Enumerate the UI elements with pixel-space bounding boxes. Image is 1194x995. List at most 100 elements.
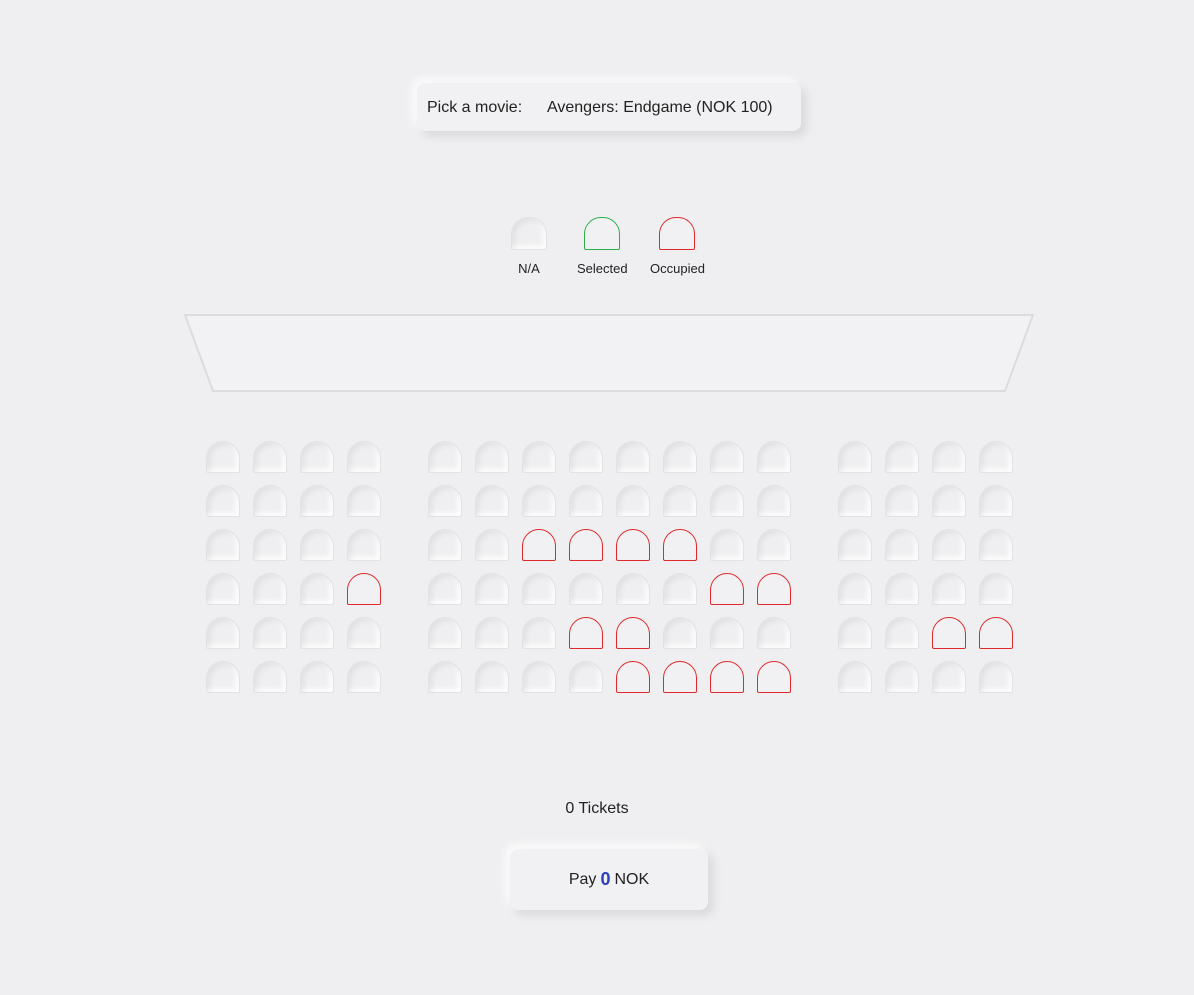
seat[interactable] bbox=[253, 441, 287, 473]
seat[interactable] bbox=[475, 573, 509, 605]
seat[interactable] bbox=[206, 661, 240, 693]
legend-occupied-label: Occupied bbox=[650, 261, 705, 276]
seat[interactable] bbox=[428, 573, 462, 605]
seat[interactable] bbox=[885, 617, 919, 649]
seat[interactable] bbox=[663, 617, 697, 649]
seat[interactable] bbox=[757, 529, 791, 561]
seat[interactable] bbox=[522, 617, 556, 649]
seat[interactable] bbox=[885, 529, 919, 561]
legend-na-seat-icon bbox=[511, 217, 547, 250]
seat-occupied bbox=[710, 573, 744, 605]
seat[interactable] bbox=[569, 573, 603, 605]
seat-occupied bbox=[757, 661, 791, 693]
seat[interactable] bbox=[838, 529, 872, 561]
pay-prefix: Pay bbox=[568, 870, 597, 888]
seat-occupied bbox=[347, 573, 381, 605]
seat-occupied bbox=[710, 661, 744, 693]
ticket-count: 0 bbox=[565, 800, 575, 817]
seat[interactable] bbox=[475, 441, 509, 473]
legend-occupied-seat-icon bbox=[659, 217, 696, 250]
seat[interactable] bbox=[300, 661, 334, 693]
seat[interactable] bbox=[347, 661, 381, 693]
seat[interactable] bbox=[522, 661, 556, 693]
seat[interactable] bbox=[885, 661, 919, 693]
seat[interactable] bbox=[757, 485, 791, 517]
seat[interactable] bbox=[300, 441, 334, 473]
seat[interactable] bbox=[253, 529, 287, 561]
seat[interactable] bbox=[206, 573, 240, 605]
seat[interactable] bbox=[428, 617, 462, 649]
seat[interactable] bbox=[569, 661, 603, 693]
seat[interactable] bbox=[300, 573, 334, 605]
seat[interactable] bbox=[838, 661, 872, 693]
movie-select[interactable]: Avengers: Endgame (NOK 100) bbox=[543, 91, 793, 123]
seat-occupied bbox=[522, 529, 556, 561]
seat[interactable] bbox=[475, 617, 509, 649]
seat[interactable] bbox=[932, 573, 966, 605]
seat[interactable] bbox=[569, 485, 603, 517]
seat[interactable] bbox=[522, 441, 556, 473]
seat[interactable] bbox=[616, 573, 650, 605]
seat[interactable] bbox=[475, 661, 509, 693]
seat[interactable] bbox=[300, 617, 334, 649]
seat[interactable] bbox=[979, 573, 1013, 605]
seat[interactable] bbox=[979, 661, 1013, 693]
seat[interactable] bbox=[932, 661, 966, 693]
seat[interactable] bbox=[428, 485, 462, 517]
seat[interactable] bbox=[885, 485, 919, 517]
seat[interactable] bbox=[428, 661, 462, 693]
seat[interactable] bbox=[206, 441, 240, 473]
seat[interactable] bbox=[206, 529, 240, 561]
seat[interactable] bbox=[522, 485, 556, 517]
seat[interactable] bbox=[838, 573, 872, 605]
seat[interactable] bbox=[663, 573, 697, 605]
seat[interactable] bbox=[838, 441, 872, 473]
seat-occupied bbox=[616, 661, 650, 693]
seat[interactable] bbox=[663, 485, 697, 517]
seat[interactable] bbox=[206, 617, 240, 649]
seat[interactable] bbox=[757, 441, 791, 473]
seat[interactable] bbox=[347, 441, 381, 473]
seat[interactable] bbox=[347, 529, 381, 561]
seat[interactable] bbox=[838, 485, 872, 517]
seat[interactable] bbox=[347, 617, 381, 649]
seat[interactable] bbox=[838, 617, 872, 649]
seat[interactable] bbox=[932, 485, 966, 517]
seat[interactable] bbox=[663, 441, 697, 473]
tickets-label: Tickets bbox=[578, 800, 629, 817]
seat[interactable] bbox=[710, 441, 744, 473]
seat[interactable] bbox=[710, 617, 744, 649]
legend-selected-label: Selected bbox=[577, 261, 628, 276]
legend-occupied: Occupied bbox=[650, 217, 705, 276]
seat[interactable] bbox=[253, 617, 287, 649]
seat[interactable] bbox=[428, 529, 462, 561]
seat[interactable] bbox=[979, 441, 1013, 473]
seat[interactable] bbox=[616, 485, 650, 517]
seat[interactable] bbox=[522, 573, 556, 605]
seat[interactable] bbox=[885, 441, 919, 473]
seat[interactable] bbox=[300, 529, 334, 561]
seat[interactable] bbox=[475, 529, 509, 561]
seat[interactable] bbox=[206, 485, 240, 517]
seat[interactable] bbox=[300, 485, 334, 517]
seat[interactable] bbox=[757, 617, 791, 649]
seat[interactable] bbox=[253, 485, 287, 517]
cinema-booking-page: Pick a movie: Avengers: Endgame (NOK 100… bbox=[0, 0, 1194, 995]
seat[interactable] bbox=[428, 441, 462, 473]
seat-occupied bbox=[663, 661, 697, 693]
pay-button[interactable]: Pay 0 NOK bbox=[510, 849, 708, 910]
seat[interactable] bbox=[253, 661, 287, 693]
seat-occupied bbox=[757, 573, 791, 605]
seat[interactable] bbox=[885, 573, 919, 605]
seat[interactable] bbox=[932, 529, 966, 561]
seat[interactable] bbox=[475, 485, 509, 517]
seat[interactable] bbox=[979, 485, 1013, 517]
seat[interactable] bbox=[710, 529, 744, 561]
seat[interactable] bbox=[347, 485, 381, 517]
seat[interactable] bbox=[569, 441, 603, 473]
seat[interactable] bbox=[932, 441, 966, 473]
seat[interactable] bbox=[616, 441, 650, 473]
seat[interactable] bbox=[979, 529, 1013, 561]
seat[interactable] bbox=[253, 573, 287, 605]
seat[interactable] bbox=[710, 485, 744, 517]
